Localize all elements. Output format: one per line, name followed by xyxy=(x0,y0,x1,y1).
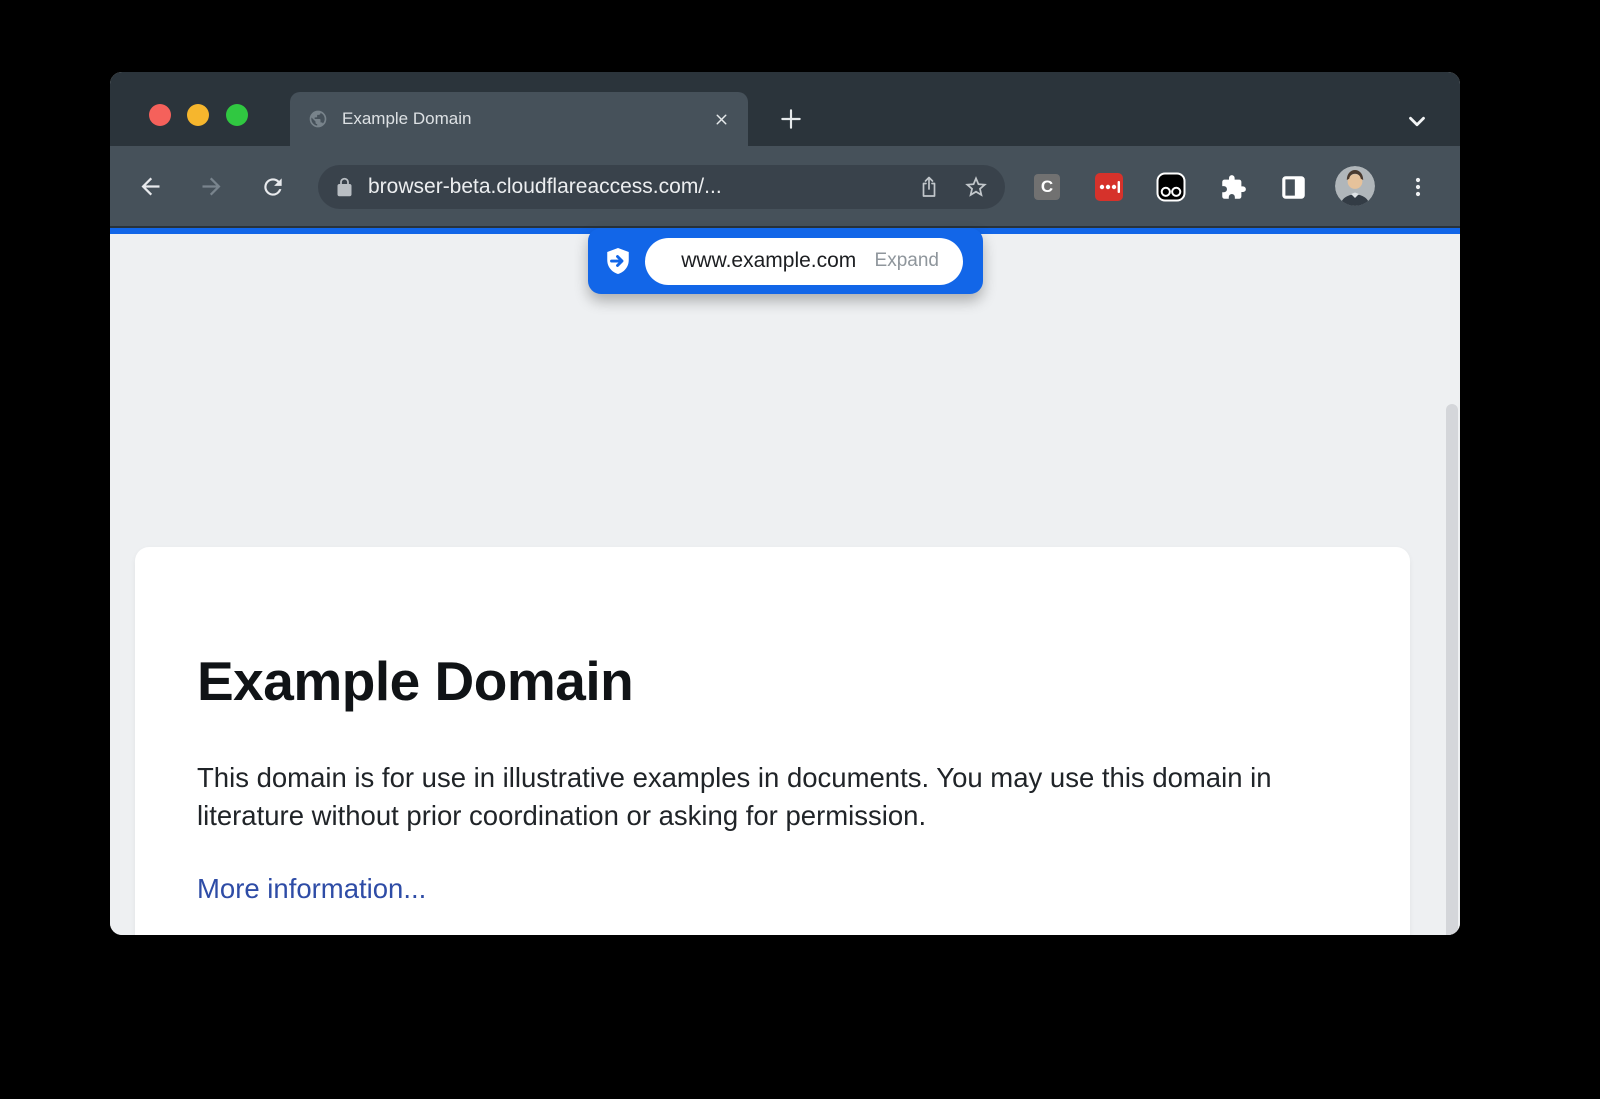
page-viewport: www.example.com Expand Example Domain Th… xyxy=(110,234,1460,935)
title-bar: Example Domain xyxy=(110,72,1460,146)
zero-trust-badge: www.example.com Expand xyxy=(588,228,983,294)
maximize-window-button[interactable] xyxy=(226,104,248,126)
share-icon[interactable] xyxy=(917,175,941,199)
tab-title: Example Domain xyxy=(342,109,713,129)
kebab-menu-icon[interactable] xyxy=(1406,175,1430,199)
vertical-scrollbar[interactable] xyxy=(1446,404,1458,935)
close-window-button[interactable] xyxy=(149,104,171,126)
badge-domain-text: www.example.com xyxy=(669,249,869,273)
back-button[interactable] xyxy=(137,173,164,200)
minimize-window-button[interactable] xyxy=(187,104,209,126)
globe-favicon-icon xyxy=(308,109,328,129)
lock-icon[interactable] xyxy=(334,177,355,198)
page-paragraph: This domain is for use in illustrative e… xyxy=(197,759,1340,835)
domain-expand-pill[interactable]: www.example.com Expand xyxy=(645,238,963,285)
side-panel-icon[interactable] xyxy=(1280,174,1307,201)
page-title: Example Domain xyxy=(197,649,1340,713)
address-bar[interactable]: browser-beta.cloudflareaccess.com/... xyxy=(318,165,1005,209)
c-extension-label: C xyxy=(1041,177,1053,197)
shield-arrow-icon xyxy=(603,246,633,276)
profile-avatar[interactable] xyxy=(1335,166,1375,206)
chevron-down-icon[interactable] xyxy=(1404,108,1430,134)
close-tab-icon[interactable] xyxy=(713,111,730,128)
lastpass-extension-icon[interactable] xyxy=(1095,173,1123,201)
puzzle-icon[interactable] xyxy=(1220,174,1247,201)
toolbar: browser-beta.cloudflareaccess.com/... C xyxy=(110,146,1460,226)
more-information-link[interactable]: More information... xyxy=(197,873,426,904)
browser-window: Example Domain xyxy=(110,72,1460,935)
c-extension-icon[interactable]: C xyxy=(1034,174,1060,200)
tab-example-domain[interactable]: Example Domain xyxy=(290,92,748,146)
forward-button[interactable] xyxy=(198,173,225,200)
url-text: browser-beta.cloudflareaccess.com/... xyxy=(368,175,917,199)
lens-extension-icon[interactable] xyxy=(1156,172,1186,202)
new-tab-button[interactable] xyxy=(778,106,804,132)
expand-button[interactable]: Expand xyxy=(875,250,939,272)
bookmark-star-icon[interactable] xyxy=(963,174,989,200)
reload-button[interactable] xyxy=(260,174,286,200)
content-card: Example Domain This domain is for use in… xyxy=(135,547,1410,935)
